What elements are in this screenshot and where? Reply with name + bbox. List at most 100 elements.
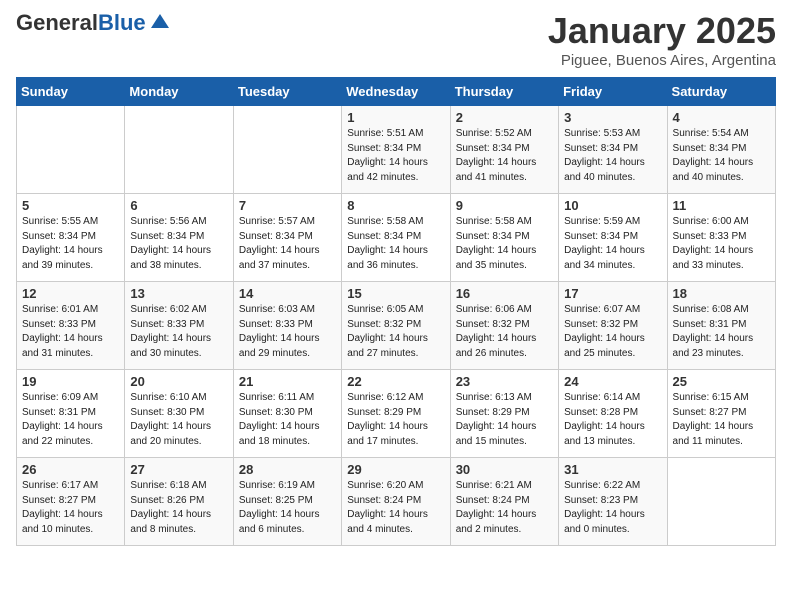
calendar-cell: 15 Sunrise: 6:05 AM Sunset: 8:32 PM Dayli…: [342, 282, 450, 370]
day-info: Sunrise: 6:18 AM Sunset: 8:26 PM Dayligh…: [130, 479, 227, 537]
calendar-cell: 6 Sunrise: 5:56 AM Sunset: 8:34 PM Daylig…: [125, 194, 233, 282]
day-number: 11: [673, 198, 770, 213]
calendar-cell: [17, 106, 125, 194]
day-number: 15: [347, 286, 444, 301]
calendar-cell: 21Sunrise: 6:11 AM Sunset: 8:30 PM Dayli…: [233, 370, 341, 458]
day-info: Sunrise: 6:21 AM Sunset: 8:24 PM Dayligh…: [456, 479, 553, 537]
week-row-2: 5 Sunrise: 5:55 AM Sunset: 8:34 PM Daylig…: [17, 194, 776, 282]
calendar-cell: 2 Sunrise: 5:52 AM Sunset: 8:34 PM Daylig…: [450, 106, 558, 194]
day-number: 16: [456, 286, 553, 301]
day-info: Sunrise: 6:05 AM Sunset: 8:32 PM Dayligh…: [347, 303, 444, 361]
calendar-cell: 26Sunrise: 6:17 AM Sunset: 8:27 PM Dayli…: [17, 458, 125, 546]
day-number: 10: [564, 198, 661, 213]
calendar-cell: [233, 106, 341, 194]
header-row: SundayMondayTuesdayWednesdayThursdayFrid…: [17, 78, 776, 106]
calendar-cell: 3 Sunrise: 5:53 AM Sunset: 8:34 PM Daylig…: [559, 106, 667, 194]
header: GeneralBlue January 2025 Piguee, Buenos …: [16, 10, 776, 69]
day-info: Sunrise: 6:09 AM Sunset: 8:31 PM Dayligh…: [22, 391, 119, 449]
day-info: Sunrise: 5:53 AM Sunset: 8:34 PM Dayligh…: [564, 127, 661, 185]
day-info: Sunrise: 6:08 AM Sunset: 8:31 PM Dayligh…: [673, 303, 770, 361]
day-info: Sunrise: 6:12 AM Sunset: 8:29 PM Dayligh…: [347, 391, 444, 449]
logo-general: General: [16, 10, 98, 35]
calendar-cell: 5 Sunrise: 5:55 AM Sunset: 8:34 PM Daylig…: [17, 194, 125, 282]
logo-blue: Blue: [98, 10, 146, 35]
day-number: 14: [239, 286, 336, 301]
col-header-friday: Friday: [559, 78, 667, 106]
day-info: Sunrise: 6:00 AM Sunset: 8:33 PM Dayligh…: [673, 215, 770, 273]
page: GeneralBlue January 2025 Piguee, Buenos …: [0, 0, 792, 562]
day-info: Sunrise: 6:10 AM Sunset: 8:30 PM Dayligh…: [130, 391, 227, 449]
day-info: Sunrise: 5:56 AM Sunset: 8:34 PM Dayligh…: [130, 215, 227, 273]
logo-icon: [149, 12, 171, 30]
day-info: Sunrise: 5:54 AM Sunset: 8:34 PM Dayligh…: [673, 127, 770, 185]
logo: GeneralBlue: [16, 10, 171, 36]
day-number: 8: [347, 198, 444, 213]
calendar-cell: 9 Sunrise: 5:58 AM Sunset: 8:34 PM Daylig…: [450, 194, 558, 282]
day-number: 29: [347, 462, 444, 477]
day-number: 6: [130, 198, 227, 213]
calendar-cell: 18 Sunrise: 6:08 AM Sunset: 8:31 PM Dayli…: [667, 282, 775, 370]
day-info: Sunrise: 5:51 AM Sunset: 8:34 PM Dayligh…: [347, 127, 444, 185]
day-info: Sunrise: 6:03 AM Sunset: 8:33 PM Dayligh…: [239, 303, 336, 361]
calendar-cell: 8 Sunrise: 5:58 AM Sunset: 8:34 PM Daylig…: [342, 194, 450, 282]
calendar-cell: 4 Sunrise: 5:54 AM Sunset: 8:34 PM Daylig…: [667, 106, 775, 194]
day-number: 7: [239, 198, 336, 213]
day-number: 24: [564, 374, 661, 389]
calendar-cell: 30Sunrise: 6:21 AM Sunset: 8:24 PM Dayli…: [450, 458, 558, 546]
day-number: 3: [564, 110, 661, 125]
day-number: 4: [673, 110, 770, 125]
calendar-cell: 7 Sunrise: 5:57 AM Sunset: 8:34 PM Daylig…: [233, 194, 341, 282]
calendar-cell: 11 Sunrise: 6:00 AM Sunset: 8:33 PM Dayli…: [667, 194, 775, 282]
day-info: Sunrise: 6:13 AM Sunset: 8:29 PM Dayligh…: [456, 391, 553, 449]
day-info: Sunrise: 6:07 AM Sunset: 8:32 PM Dayligh…: [564, 303, 661, 361]
day-number: 1: [347, 110, 444, 125]
day-number: 18: [673, 286, 770, 301]
day-info: Sunrise: 6:15 AM Sunset: 8:27 PM Dayligh…: [673, 391, 770, 449]
day-number: 13: [130, 286, 227, 301]
calendar-cell: 25 Sunrise: 6:15 AM Sunset: 8:27 PM Dayli…: [667, 370, 775, 458]
calendar-cell: 19Sunrise: 6:09 AM Sunset: 8:31 PM Dayli…: [17, 370, 125, 458]
day-info: Sunrise: 6:19 AM Sunset: 8:25 PM Dayligh…: [239, 479, 336, 537]
week-row-4: 19Sunrise: 6:09 AM Sunset: 8:31 PM Dayli…: [17, 370, 776, 458]
calendar-cell: 13Sunrise: 6:02 AM Sunset: 8:33 PM Dayli…: [125, 282, 233, 370]
day-number: 2: [456, 110, 553, 125]
col-header-wednesday: Wednesday: [342, 78, 450, 106]
col-header-thursday: Thursday: [450, 78, 558, 106]
calendar-cell: 10Sunrise: 5:59 AM Sunset: 8:34 PM Dayli…: [559, 194, 667, 282]
day-info: Sunrise: 5:52 AM Sunset: 8:34 PM Dayligh…: [456, 127, 553, 185]
calendar-cell: 31Sunrise: 6:22 AM Sunset: 8:23 PM Dayli…: [559, 458, 667, 546]
day-info: Sunrise: 6:11 AM Sunset: 8:30 PM Dayligh…: [239, 391, 336, 449]
day-info: Sunrise: 5:58 AM Sunset: 8:34 PM Dayligh…: [456, 215, 553, 273]
day-number: 28: [239, 462, 336, 477]
day-number: 22: [347, 374, 444, 389]
calendar-cell: 17Sunrise: 6:07 AM Sunset: 8:32 PM Dayli…: [559, 282, 667, 370]
calendar-cell: 27 Sunrise: 6:18 AM Sunset: 8:26 PM Dayli…: [125, 458, 233, 546]
day-info: Sunrise: 5:57 AM Sunset: 8:34 PM Dayligh…: [239, 215, 336, 273]
day-info: Sunrise: 6:17 AM Sunset: 8:27 PM Dayligh…: [22, 479, 119, 537]
calendar-cell: 16Sunrise: 6:06 AM Sunset: 8:32 PM Dayli…: [450, 282, 558, 370]
day-number: 25: [673, 374, 770, 389]
day-number: 31: [564, 462, 661, 477]
calendar-table: SundayMondayTuesdayWednesdayThursdayFrid…: [16, 77, 776, 546]
calendar-cell: [667, 458, 775, 546]
col-header-monday: Monday: [125, 78, 233, 106]
day-info: Sunrise: 6:01 AM Sunset: 8:33 PM Dayligh…: [22, 303, 119, 361]
col-header-saturday: Saturday: [667, 78, 775, 106]
month-title: January 2025: [548, 10, 776, 52]
day-number: 5: [22, 198, 119, 213]
calendar-cell: 28 Sunrise: 6:19 AM Sunset: 8:25 PM Dayli…: [233, 458, 341, 546]
title-block: January 2025 Piguee, Buenos Aires, Argen…: [548, 10, 776, 69]
calendar-cell: 14 Sunrise: 6:03 AM Sunset: 8:33 PM Dayli…: [233, 282, 341, 370]
calendar-cell: [125, 106, 233, 194]
week-row-3: 12Sunrise: 6:01 AM Sunset: 8:33 PM Dayli…: [17, 282, 776, 370]
calendar-cell: 23Sunrise: 6:13 AM Sunset: 8:29 PM Dayli…: [450, 370, 558, 458]
day-number: 9: [456, 198, 553, 213]
day-number: 20: [130, 374, 227, 389]
day-info: Sunrise: 5:58 AM Sunset: 8:34 PM Dayligh…: [347, 215, 444, 273]
calendar-cell: 1 Sunrise: 5:51 AM Sunset: 8:34 PM Daylig…: [342, 106, 450, 194]
calendar-cell: 12Sunrise: 6:01 AM Sunset: 8:33 PM Dayli…: [17, 282, 125, 370]
week-row-5: 26Sunrise: 6:17 AM Sunset: 8:27 PM Dayli…: [17, 458, 776, 546]
day-info: Sunrise: 5:55 AM Sunset: 8:34 PM Dayligh…: [22, 215, 119, 273]
day-number: 27: [130, 462, 227, 477]
day-info: Sunrise: 6:20 AM Sunset: 8:24 PM Dayligh…: [347, 479, 444, 537]
